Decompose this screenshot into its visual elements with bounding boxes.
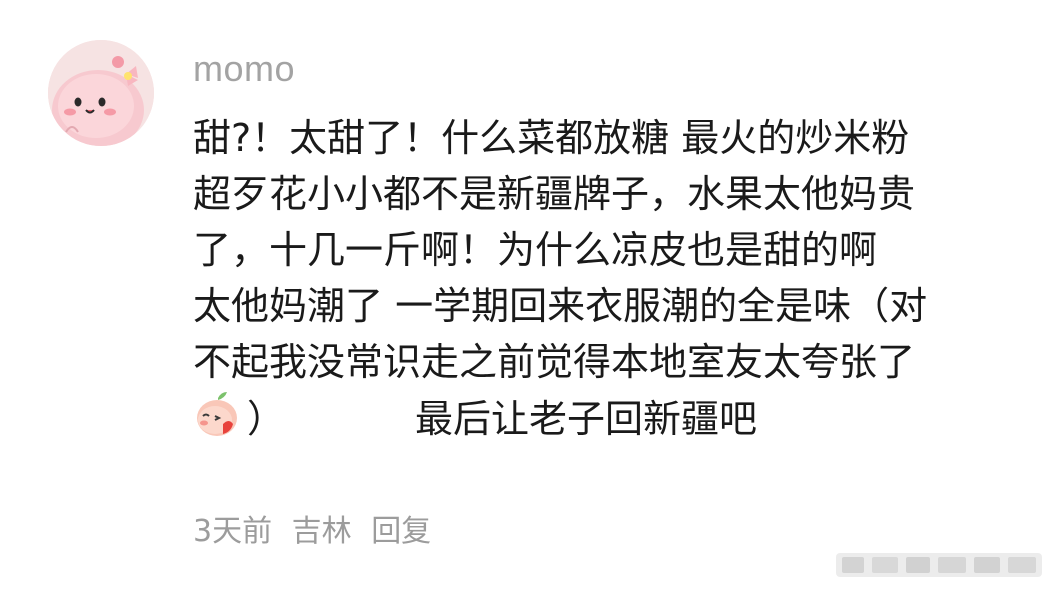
watermark-blur [836,549,1042,581]
location: 吉林 [291,514,352,549]
closing-paren: ） [247,397,286,441]
comment-item: momo 甜?！太甜了！什么菜都放糖 最火的炒米粉 超歹花小小都不是新疆牌子，水… [0,0,1053,589]
comment-line: 不起我没常识走之前觉得本地室友太夸张了 [193,340,916,384]
avatar-image [48,40,154,146]
comment-line: 超歹花小小都不是新疆牌子，水果太他妈贵 [193,172,916,216]
comment-line: 了，十几一斤啊！为什么凉皮也是甜的啊 [193,228,878,272]
comment-meta: 3天前 吉林 回复 [193,510,441,554]
peach-kiss-emoji-icon [193,390,243,440]
comment-line-last: ） 最后让老子回新疆吧 [193,390,1033,446]
reply-button[interactable]: 回复 [371,514,431,549]
comment-line-end: 最后让老子回新疆吧 [415,397,758,441]
comment-text: 甜?！太甜了！什么菜都放糖 最火的炒米粉 超歹花小小都不是新疆牌子，水果太他妈贵… [193,110,1033,446]
comment-line: 太他妈潮了 一学期回来衣服潮的全是味（对 [193,284,928,328]
avatar[interactable] [48,40,154,146]
comment-line: 甜?！太甜了！什么菜都放糖 最火的炒米粉 [193,116,910,160]
timestamp: 3天前 [193,514,273,549]
username[interactable]: momo [193,45,295,93]
